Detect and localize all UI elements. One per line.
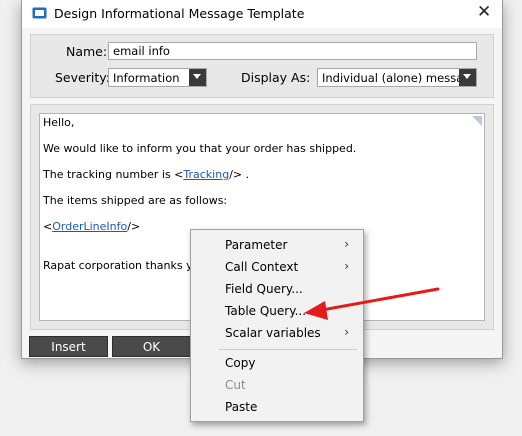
annotation-arrow-icon [304, 287, 440, 320]
